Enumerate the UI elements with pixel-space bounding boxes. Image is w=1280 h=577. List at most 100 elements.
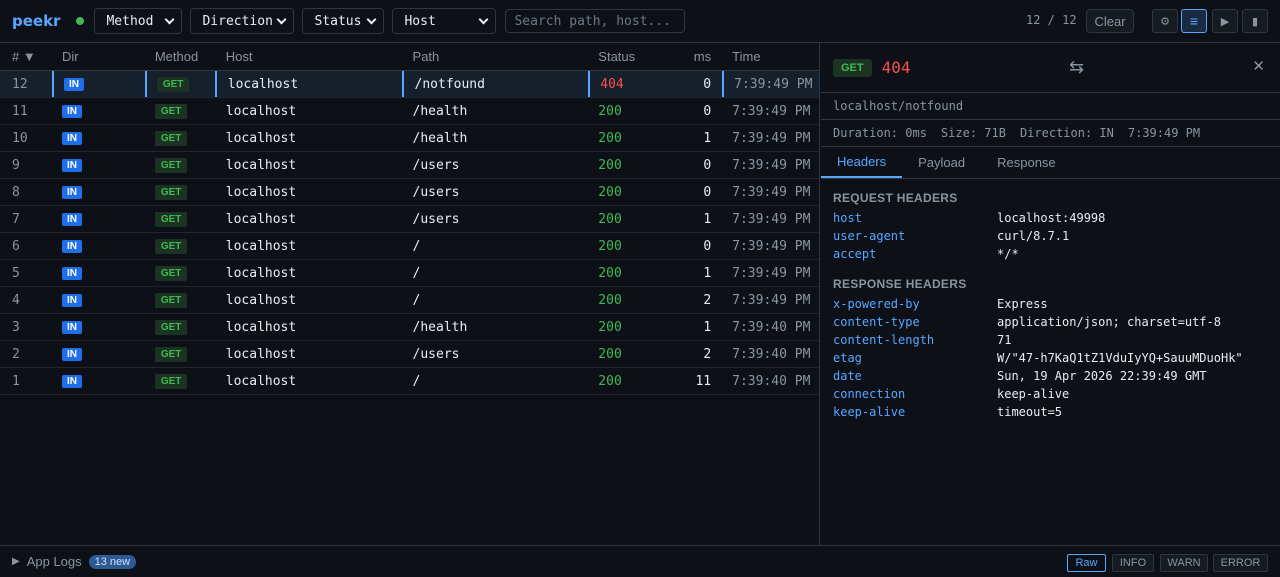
row-host: localhost [225, 157, 297, 173]
request-meta: Duration: 0ms Size: 71B Direction: IN 7:… [821, 120, 1280, 147]
col-header-time[interactable]: Time [722, 43, 819, 70]
time-value: 7:39:49 PM [1127, 126, 1201, 140]
row-status: 200 [598, 157, 622, 173]
new-logs-badge: 13 new [88, 554, 137, 569]
response-headers-list: x-powered-by Express content-type applicati… [821, 295, 1280, 421]
direction-filter-select[interactable]: Direction [190, 8, 295, 34]
header-entry: accept */* [821, 245, 1280, 263]
row-method: GET [145, 341, 215, 367]
search-input[interactable] [505, 9, 686, 33]
row-direction: IN [52, 233, 145, 259]
app-logs-label[interactable]: App Logs [27, 554, 82, 569]
pause-button[interactable]: ▮ [1242, 9, 1268, 33]
table-row[interactable]: 10 IN GET localhost/health 200 1 7:39:49 PM [0, 125, 819, 152]
row-status: 200 [598, 346, 622, 362]
table-row[interactable]: 2 IN GET localhost/users 200 2 7:39:40 PM [0, 341, 819, 368]
table-row[interactable]: 12 IN GET localhost/notfound 404 0 7:39:49 PM [0, 71, 819, 98]
tab-payload[interactable]: Payload [902, 147, 981, 178]
row-method: GET [145, 152, 215, 178]
row-direction: IN [52, 206, 145, 232]
direction-badge: IN [63, 77, 84, 91]
col-header-status[interactable]: Status [588, 43, 652, 70]
host-filter-select[interactable]: Host [392, 8, 497, 34]
row-path: / [412, 373, 421, 389]
method-badge: GET [154, 319, 188, 335]
row-host: localhost [214, 71, 402, 97]
swap-icon[interactable]: ⇆ [1069, 57, 1084, 78]
table-row[interactable]: 1 IN GET localhost / 200 11 7:39:40 PM [0, 368, 819, 395]
close-icon[interactable]: ✕ [1252, 57, 1265, 75]
table-row[interactable]: 8 IN GET localhost/users 200 0 7:39:49 PM [0, 179, 819, 206]
header-key: date [833, 369, 862, 383]
row-time: 7:39:49 PM [732, 184, 811, 200]
header-value: localhost:49998 [997, 211, 1106, 225]
row-direction: IN [52, 341, 145, 367]
header-entry: keep-alive timeout=5 [821, 403, 1280, 421]
tab-response[interactable]: Response [981, 147, 1072, 178]
col-header-path[interactable]: Path [402, 43, 589, 70]
list-view-button[interactable]: ≡ [1181, 9, 1207, 33]
col-header-dir[interactable]: Dir [52, 43, 145, 70]
level-error-button[interactable]: ERROR [1213, 554, 1268, 572]
request-detail-panel: GET 404 ⇆ ✕ localhost/notfound Duration:… [821, 43, 1280, 545]
table-row[interactable]: 5 IN GET localhost / 200 1 7:39:49 PM [0, 260, 819, 287]
app-logs-bar[interactable]: ▶ App Logs 13 new Raw INFO WARN ERROR [0, 545, 1280, 577]
row-direction: IN [52, 179, 145, 205]
col-header-host[interactable]: Host [215, 43, 402, 70]
method-filter-label: Method [106, 13, 154, 29]
header-key: connection [833, 387, 906, 401]
row-method: GET [145, 368, 215, 394]
clear-button[interactable]: Clear [1086, 9, 1134, 33]
row-time: 7:39:40 PM [732, 373, 811, 389]
row-time: 7:39:40 PM [732, 346, 811, 362]
method-badge: GET [833, 58, 872, 77]
play-button[interactable]: ▶ [1212, 9, 1238, 33]
level-warn-button[interactable]: WARN [1160, 554, 1208, 572]
requests-table: # ▼ Dir Method Host Path Status ms Time … [0, 43, 820, 545]
col-header-num[interactable]: # ▼ [0, 43, 52, 70]
row-ms: 1 [703, 211, 712, 227]
row-path: /health [412, 130, 468, 146]
row-path: /health [412, 319, 468, 335]
tab-headers[interactable]: Headers [821, 147, 903, 178]
row-status: 200 [598, 292, 622, 308]
request-headers-list: host localhost:49998 user-agent curl/8.7.1 a… [821, 209, 1280, 263]
expand-triangle-icon[interactable]: ▶ [12, 556, 20, 567]
header-entry: etag W/"47-h7KaQ1tZ1VduIyYQ+SauuMDuoHk" [821, 349, 1280, 367]
table-row[interactable]: 6 IN GET localhost / 200 0 7:39:49 PM [0, 233, 819, 260]
row-host: localhost [225, 292, 297, 308]
table-row[interactable]: 11 IN GET localhost/health 200 0 7:39:49 PM [0, 98, 819, 125]
header-entry: content-length 71 [821, 331, 1280, 349]
direction-badge: IN [61, 266, 82, 280]
row-method: GET [145, 179, 215, 205]
row-method: GET [145, 314, 215, 340]
col-header-ms[interactable]: ms [652, 43, 722, 70]
row-time: 7:39:49 PM [732, 292, 811, 308]
table-row[interactable]: 7 IN GET localhost/users 200 1 7:39:49 PM [0, 206, 819, 233]
header-key: user-agent [833, 229, 906, 243]
row-direction: IN [52, 152, 145, 178]
app-logo: peekr [12, 12, 61, 30]
table-row[interactable]: 4 IN GET localhost / 200 2 7:39:49 PM [0, 287, 819, 314]
direction-badge: IN [61, 293, 82, 307]
status-filter-label: Status [314, 13, 362, 29]
table-row[interactable]: 9 IN GET localhost/users 200 0 7:39:49 PM [0, 152, 819, 179]
table-row[interactable]: 3 IN GET localhost/health 200 1 7:39:40 PM [0, 314, 819, 341]
row-ms: 2 [703, 292, 712, 308]
status-filter-select[interactable]: Status [302, 8, 385, 34]
direction-filter-label: Direction [202, 13, 273, 29]
settings-button[interactable]: ⚙ [1152, 9, 1178, 33]
col-header-method[interactable]: Method [145, 43, 215, 70]
method-badge: GET [154, 373, 188, 389]
status-code: 404 [881, 58, 911, 77]
method-filter-select[interactable]: Method [94, 8, 183, 34]
header-value: W/"47-h7KaQ1tZ1VduIyYQ+SauuMDuoHk" [997, 351, 1243, 365]
level-raw-button[interactable]: Raw [1067, 554, 1106, 572]
size-value: Size: 71B [940, 126, 1006, 140]
row-ms: 0 [703, 238, 712, 254]
header-key: content-type [833, 315, 920, 329]
list-view-icon: ≡ [1189, 13, 1199, 29]
row-ms: 1 [703, 130, 712, 146]
level-info-button[interactable]: INFO [1112, 554, 1154, 572]
row-number: 10 [12, 130, 28, 146]
